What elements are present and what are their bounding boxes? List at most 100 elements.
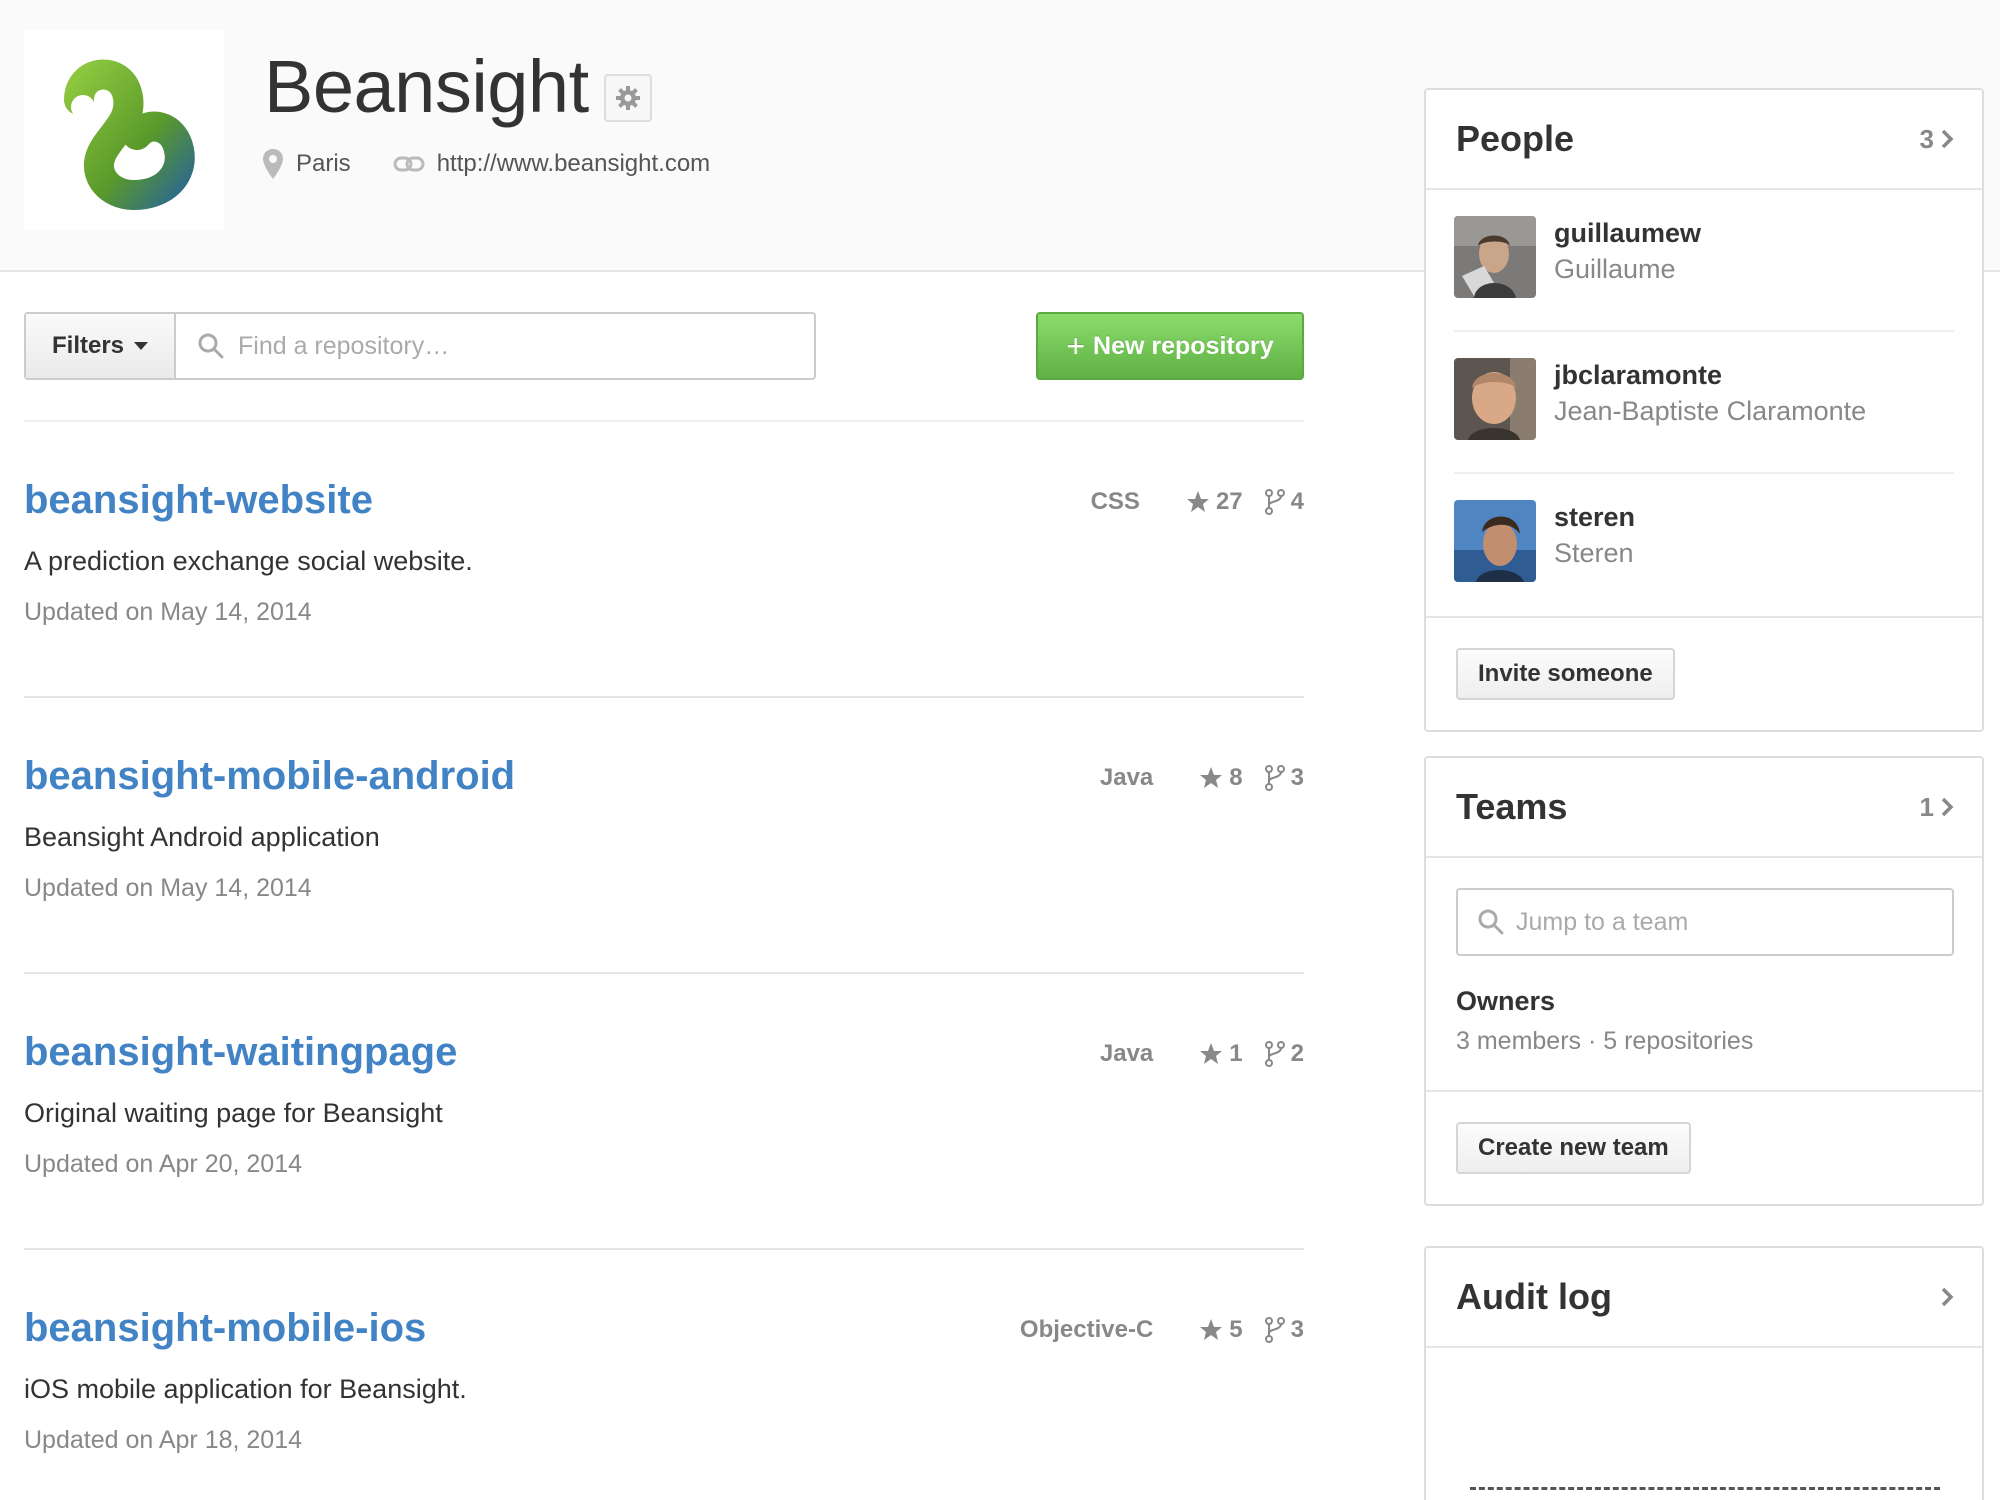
audit-log-title: Audit log	[1456, 1276, 1612, 1317]
audit-log-box: Audit log	[1424, 1246, 1984, 1500]
member-fullname: Steren	[1554, 538, 1634, 568]
audit-log-link[interactable]	[1934, 1287, 1954, 1307]
team-name[interactable]: Owners	[1456, 986, 1952, 1017]
search-icon	[198, 333, 224, 359]
repo-star-count: 8	[1229, 764, 1243, 791]
org-website[interactable]: http://www.beansight.com	[393, 150, 710, 178]
repo-forks[interactable]: 4	[1264, 488, 1304, 516]
org-location: Paris	[262, 148, 351, 180]
audit-log-placeholder	[1470, 1487, 1940, 1490]
repo-fork-count: 3	[1290, 764, 1304, 791]
teams-title: Teams	[1456, 786, 1568, 827]
repo-list-item: beansight-mobile-ios iOS mobile applicat…	[24, 1250, 1304, 1500]
people-title: People	[1456, 118, 1575, 159]
chevron-right-icon	[1941, 1287, 1954, 1307]
member-fullname: Guillaume	[1554, 254, 1676, 284]
star-icon	[1186, 491, 1209, 512]
repo-search-placeholder: Find a repository…	[238, 331, 450, 360]
member-item[interactable]: jbclaramonte Jean-Baptiste Claramonte	[1454, 332, 1954, 474]
repo-forks[interactable]: 3	[1264, 1316, 1304, 1344]
chevron-right-icon	[1941, 129, 1954, 149]
teams-box: Teams 1 Jump to a team Owners 3 members …	[1424, 756, 1984, 1206]
star-icon	[1200, 1319, 1223, 1340]
fork-icon	[1264, 1041, 1285, 1067]
filters-dropdown-button[interactable]: Filters	[26, 314, 176, 378]
repo-name-link[interactable]: beansight-website	[24, 480, 373, 520]
repo-search-input[interactable]: Find a repository…	[176, 314, 814, 378]
repo-stats: Java 1 2	[1100, 1040, 1304, 1068]
people-count-value: 3	[1919, 123, 1934, 154]
org-meta: Paris http://www.beansight.com	[262, 148, 752, 180]
repo-stats: CSS 27 4	[1091, 488, 1304, 516]
repo-fork-count: 4	[1290, 488, 1304, 515]
repo-description: iOS mobile application for Beansight.	[24, 1374, 467, 1404]
repo-language: CSS	[1090, 488, 1140, 515]
repo-description: A prediction exchange social website.	[24, 546, 473, 576]
repo-star-count: 5	[1229, 1316, 1243, 1343]
people-footer: Invite someone	[1426, 616, 1982, 730]
repo-stars[interactable]: 5	[1199, 1316, 1243, 1344]
avatar[interactable]	[1454, 216, 1536, 298]
avatar[interactable]	[1454, 358, 1536, 440]
create-new-team-button[interactable]: Create new team	[1456, 1122, 1691, 1174]
teams-footer: Create new team	[1426, 1090, 1982, 1204]
star-icon	[1200, 1043, 1223, 1064]
repo-description: Beansight Android application	[24, 822, 380, 852]
team-search-input[interactable]: Jump to a team	[1456, 888, 1954, 956]
org-name: Beansight	[264, 45, 589, 128]
repo-fork-count: 3	[1290, 1316, 1304, 1343]
repo-language: Java	[1099, 764, 1154, 791]
people-count[interactable]: 3	[1920, 124, 1954, 155]
audit-log-header[interactable]: Audit log	[1426, 1248, 1982, 1348]
org-settings-button[interactable]	[604, 74, 652, 122]
fork-icon	[1264, 489, 1285, 515]
avatar-photo-icon	[1454, 500, 1536, 582]
teams-count[interactable]: 1	[1920, 792, 1954, 823]
team-search-placeholder: Jump to a team	[1516, 907, 1689, 936]
repo-stats: Java 8 3	[1100, 764, 1304, 792]
teams-count-value: 1	[1919, 791, 1934, 822]
repo-description: Original waiting page for Beansight	[24, 1098, 443, 1128]
gear-icon	[616, 86, 640, 110]
new-repository-button[interactable]: + New repository	[1036, 312, 1304, 380]
repo-star-count: 27	[1215, 488, 1243, 515]
repo-stars[interactable]: 27	[1186, 488, 1243, 516]
repo-name-link[interactable]: beansight-mobile-android	[24, 756, 515, 796]
avatar[interactable]	[1454, 500, 1536, 582]
member-item[interactable]: steren Steren	[1454, 474, 1954, 616]
caret-down-icon	[134, 342, 149, 350]
repo-star-count: 1	[1229, 1040, 1243, 1067]
repo-name-link[interactable]: beansight-mobile-ios	[24, 1308, 426, 1348]
fork-icon	[1264, 765, 1285, 791]
repo-stats: Objective-C 5 3	[1020, 1316, 1304, 1344]
member-login[interactable]: guillaumew	[1554, 218, 1701, 249]
team-item[interactable]: Owners 3 members · 5 repositories	[1426, 956, 1982, 1090]
repo-list-item: beansight-website A prediction exchange …	[24, 422, 1304, 698]
repo-forks[interactable]: 3	[1264, 764, 1304, 792]
member-login[interactable]: steren	[1554, 502, 1635, 533]
invite-someone-button[interactable]: Invite someone	[1456, 648, 1675, 700]
org-website-link[interactable]: http://www.beansight.com	[437, 150, 710, 178]
member-list: guillaumew Guillaume jbclaramonte Jean-B…	[1426, 190, 1982, 616]
location-pin-icon	[263, 149, 283, 179]
repo-forks[interactable]: 2	[1264, 1040, 1304, 1068]
repo-language: Objective-C	[1019, 1316, 1154, 1343]
repo-updated: Updated on May 14, 2014	[24, 874, 312, 902]
repo-updated: Updated on Apr 20, 2014	[24, 1150, 303, 1178]
fork-icon	[1264, 1317, 1285, 1343]
people-header[interactable]: People 3	[1426, 90, 1982, 190]
teams-header[interactable]: Teams 1	[1426, 758, 1982, 858]
member-item[interactable]: guillaumew Guillaume	[1454, 190, 1954, 332]
plus-icon: +	[1066, 327, 1086, 364]
beansight-logo-icon	[64, 59, 195, 211]
repo-stars[interactable]: 8	[1199, 764, 1243, 792]
avatar-photo-icon	[1454, 216, 1536, 298]
repo-updated: Updated on May 14, 2014	[24, 598, 312, 626]
repo-stars[interactable]: 1	[1199, 1040, 1243, 1068]
repo-name-link[interactable]: beansight-waitingpage	[24, 1032, 457, 1072]
member-fullname: Jean-Baptiste Claramonte	[1554, 396, 1867, 426]
repo-list-item: beansight-mobile-android Beansight Andro…	[24, 698, 1304, 974]
org-avatar[interactable]	[24, 30, 224, 230]
member-login[interactable]: jbclaramonte	[1554, 360, 1722, 391]
star-icon	[1200, 767, 1223, 788]
